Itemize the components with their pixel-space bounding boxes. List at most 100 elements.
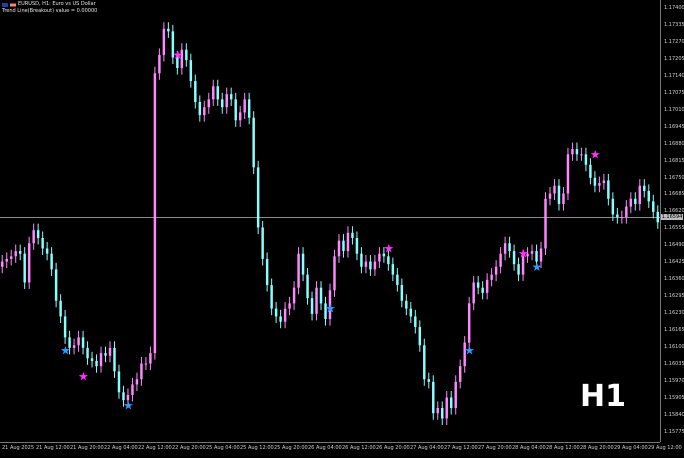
- bull-candle: [162, 28, 166, 55]
- bull-candle: [629, 198, 633, 207]
- bear-candle: [95, 360, 98, 367]
- time-tick-label: 28 Aug 04:00: [512, 445, 546, 451]
- bear-candle: [252, 117, 255, 168]
- bull-candle: [333, 256, 336, 291]
- bear-candle: [423, 345, 426, 380]
- bull-candle: [72, 345, 76, 348]
- bull-candle: [315, 287, 318, 314]
- price-tick-label: 1.16685: [664, 191, 684, 198]
- bull-candle: [238, 112, 242, 121]
- bull-candle: [32, 230, 35, 244]
- bull-candle: [553, 185, 556, 194]
- bear-candle: [481, 287, 484, 293]
- bear-candle: [189, 60, 193, 82]
- price-tick-label: 1.15840: [664, 411, 684, 418]
- bull-candle: [571, 149, 574, 155]
- bear-candle: [584, 154, 588, 165]
- bear-candle: [476, 282, 480, 288]
- time-tick-label: 26 Aug 12:00: [342, 445, 376, 451]
- bear-candle: [427, 379, 431, 382]
- price-tick-label: 1.16295: [664, 293, 684, 300]
- bear-candle: [270, 285, 273, 309]
- blue-star-icon: ★: [532, 260, 543, 274]
- bull-candle: [5, 258, 8, 262]
- bull-candle: [378, 253, 381, 262]
- bear-candle: [656, 211, 659, 223]
- bear-candle: [319, 287, 323, 304]
- bull-candle: [135, 379, 139, 385]
- bear-candle: [113, 347, 116, 372]
- price-tick-label: 1.15970: [664, 377, 684, 384]
- bear-candle: [396, 274, 399, 286]
- bear-candle: [360, 253, 363, 267]
- bull-candle: [153, 73, 157, 354]
- price-tick-label: 1.16425: [664, 259, 684, 266]
- bull-candle: [485, 279, 489, 293]
- bull-candle: [472, 282, 475, 304]
- us-flag-icon: [10, 2, 16, 7]
- time-axis[interactable]: 21 Aug 2025 21 Aug 12:00 21 Aug 20:00 22 Au…: [0, 442, 682, 458]
- blue-star-icon: ★: [325, 302, 336, 316]
- bull-candle: [243, 99, 246, 113]
- bear-candle: [63, 316, 67, 338]
- bull-candle: [131, 384, 134, 395]
- bear-candle: [355, 238, 359, 254]
- bull-candle: [9, 256, 13, 259]
- bull-candle: [288, 303, 291, 309]
- indicator-label: Trend Line(Breakout) value = 0.00000: [2, 8, 98, 14]
- bear-candle: [90, 358, 94, 361]
- bear-candle: [575, 149, 579, 155]
- bear-candle: [45, 248, 49, 254]
- bear-candle: [405, 300, 408, 309]
- price-tick-label: 1.16750: [664, 174, 684, 181]
- bear-candle: [50, 253, 53, 270]
- bear-candle: [104, 353, 107, 356]
- bull-candle: [1, 261, 4, 267]
- bear-candle: [391, 264, 395, 275]
- magenta-star-icon: ★: [518, 247, 529, 261]
- bear-candle: [81, 337, 85, 348]
- bull-candle: [638, 185, 642, 204]
- blue-star-icon: ★: [464, 343, 475, 357]
- bear-candle: [647, 190, 651, 202]
- time-tick-label: 22 Aug 20:00: [172, 445, 206, 451]
- time-tick-label: 29 Aug 12:00: [648, 445, 682, 451]
- bear-candle: [185, 49, 188, 61]
- bull-candle: [467, 303, 471, 343]
- candles-layer: ★★★★★★★★★★: [1, 22, 659, 425]
- bull-candle: [598, 183, 601, 186]
- blue-star-icon: ★: [123, 398, 134, 412]
- bull-candle: [203, 107, 206, 116]
- bear-candle: [643, 185, 646, 191]
- bear-candle: [86, 347, 89, 359]
- blue-star-icon: ★: [60, 343, 71, 357]
- bull-candle: [364, 261, 368, 267]
- bear-candle: [229, 94, 233, 100]
- bull-candle: [566, 154, 570, 194]
- current-price-label: 1.16594: [661, 214, 683, 220]
- magenta-star-icon: ★: [590, 147, 601, 161]
- bull-candle: [27, 243, 31, 283]
- bear-candle: [54, 269, 58, 301]
- bear-candle: [310, 298, 314, 314]
- bull-candle: [99, 353, 103, 367]
- bear-candle: [557, 185, 561, 204]
- symbol-label: EURUSD, H1: Euro vs US Dollar: [18, 1, 96, 7]
- bull-candle: [283, 308, 287, 322]
- bear-candle: [418, 326, 422, 346]
- price-chart[interactable]: ★ ★ ★ ★ ★ ★ ★ ★ ★ ★ EURUSD, H1: Euro vs US Dollar…: [0, 0, 660, 442]
- bull-candle: [625, 206, 628, 218]
- price-tick-label: 1.16360: [664, 276, 684, 283]
- time-tick-label: 28 Aug 20:00: [580, 445, 614, 451]
- price-axis[interactable]: 1.17400 1.17335 1.17270 1.17205 1.17140 1.170…: [660, 0, 684, 442]
- bull-candle: [373, 261, 377, 270]
- price-tick-label: 1.17400: [664, 5, 684, 11]
- bear-candle: [265, 258, 269, 286]
- bear-candle: [611, 198, 615, 215]
- bull-candle: [292, 287, 296, 304]
- magenta-star-icon: ★: [78, 370, 89, 384]
- bull-candle: [158, 54, 161, 74]
- time-tick-label: 25 Aug 12:00: [240, 445, 274, 451]
- bear-candle: [117, 371, 121, 393]
- time-tick-label: 22 Aug 12:00: [138, 445, 172, 451]
